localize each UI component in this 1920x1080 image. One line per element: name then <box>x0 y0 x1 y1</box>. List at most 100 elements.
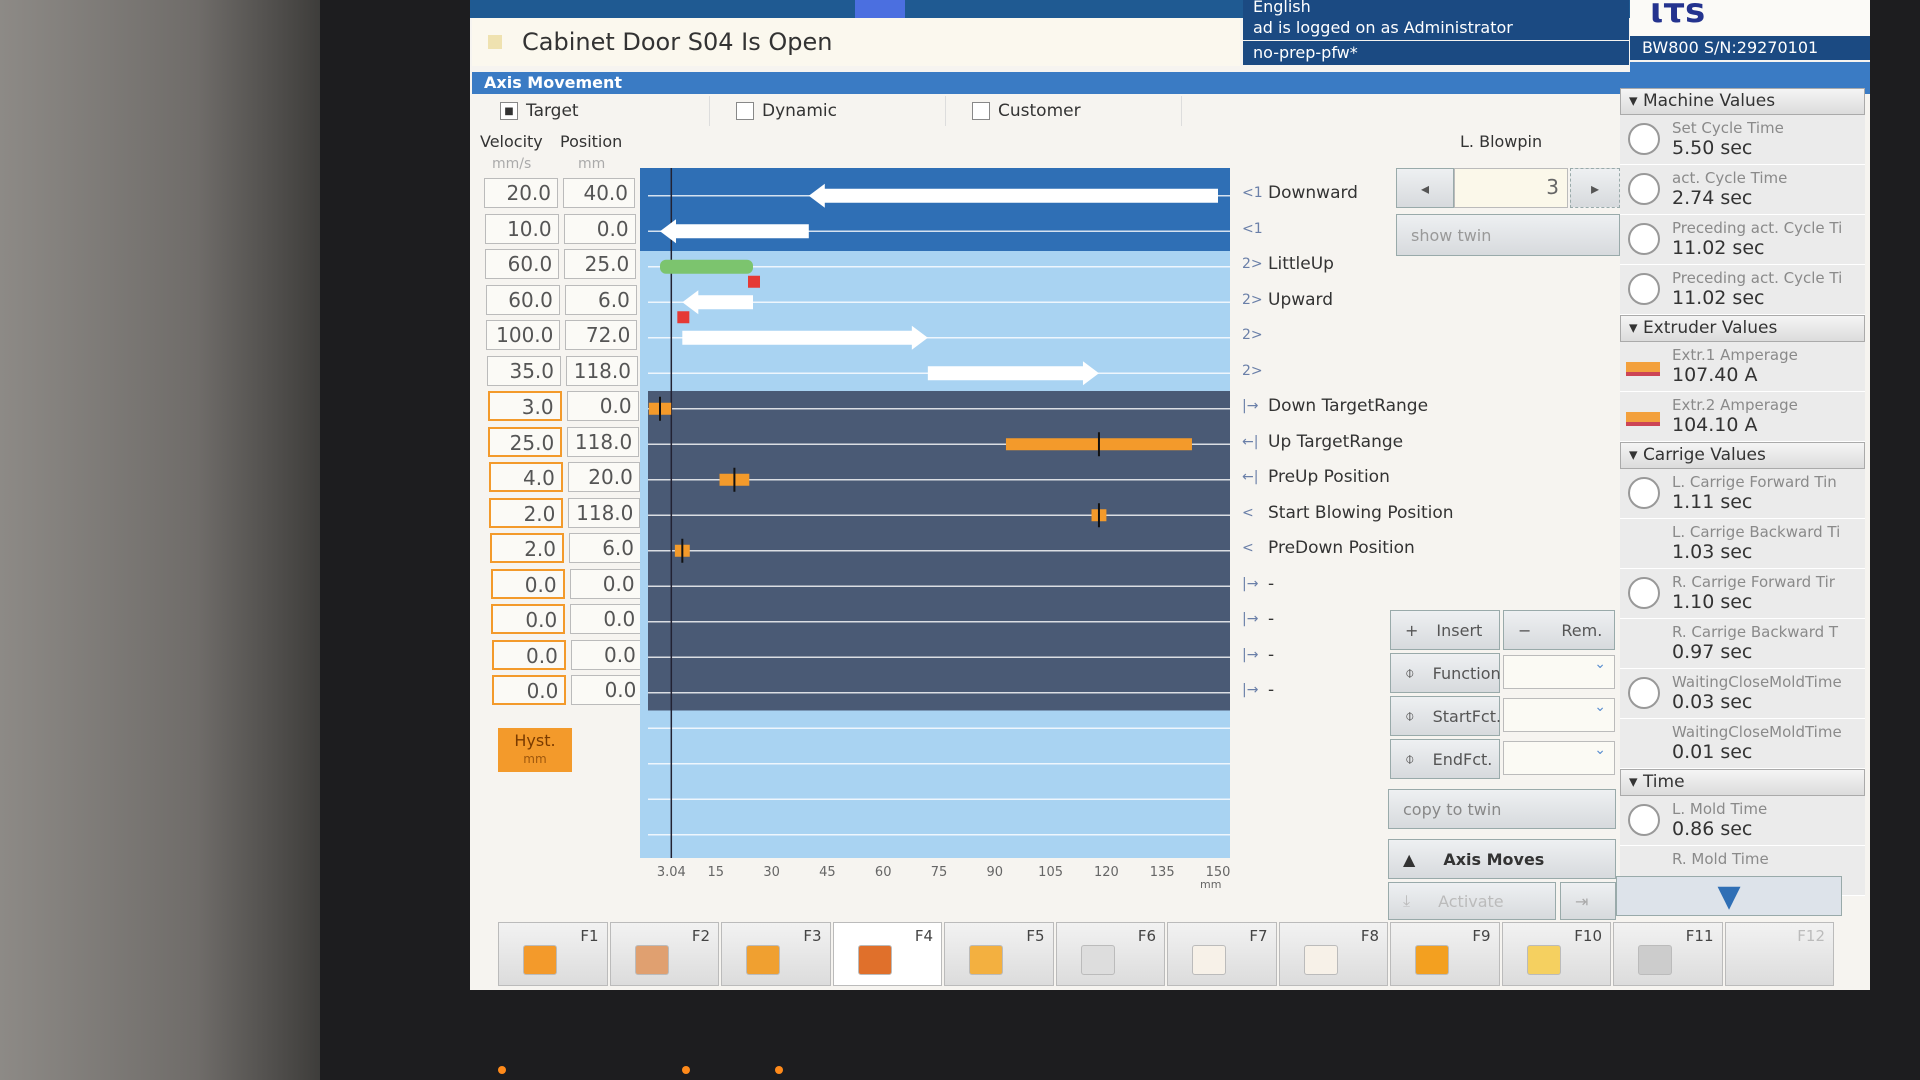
row-label-text: PreDown Position <box>1268 538 1415 558</box>
prev-button[interactable]: ◂ <box>1396 168 1454 208</box>
row-label[interactable]: < Start Blowing Position <box>1242 501 1454 525</box>
section-title: Carrige Values <box>1642 445 1766 465</box>
fkey-f7[interactable]: F7 <box>1167 922 1277 986</box>
axis-moves-button[interactable]: ▲ Axis Moves <box>1388 839 1616 879</box>
function-select[interactable]: ⌄ <box>1503 655 1615 689</box>
fkey-f12[interactable]: F12 <box>1724 922 1834 986</box>
position-cell[interactable]: 118.0 <box>568 497 641 528</box>
row-label[interactable]: 2> <box>1242 323 1268 347</box>
fkey-f11[interactable]: F11 <box>1613 922 1723 986</box>
velocity-cell[interactable]: 100.0 <box>486 320 561 350</box>
row-label[interactable]: |→ - <box>1242 607 1274 631</box>
tab-label: Target <box>526 101 579 121</box>
velocity-cell[interactable]: 60.0 <box>485 284 560 315</box>
insert-button[interactable]: + Insert <box>1390 610 1500 650</box>
tab-dynamic[interactable]: Dynamic <box>710 96 946 126</box>
section-header[interactable]: ▾ Time <box>1620 769 1865 796</box>
axis-movement-chart[interactable]: 3.04 15 30 45 60 75 90 105 120 135 150mm <box>640 168 1240 888</box>
row-label[interactable]: <1 Downward <box>1242 181 1358 205</box>
position-cell[interactable]: 25.0 <box>564 249 637 279</box>
fkey-f10[interactable]: F10 <box>1501 922 1611 986</box>
fkey-f8[interactable]: F8 <box>1278 922 1388 986</box>
stepper-value[interactable]: 3 <box>1454 168 1568 208</box>
section-header[interactable]: ▾ Carrige Values <box>1620 442 1865 469</box>
minus-icon: − <box>1518 620 1532 640</box>
velocity-cell[interactable]: 0.0 <box>492 675 567 705</box>
exit-button[interactable]: ⇥ <box>1560 882 1616 920</box>
row-label[interactable]: |→ - <box>1242 643 1274 667</box>
velocity-cell[interactable]: 2.0 <box>489 497 564 528</box>
velocity-cell[interactable]: 25.0 <box>488 426 563 457</box>
alarm-banner[interactable]: Cabinet Door S04 Is Open <box>472 18 1240 66</box>
velocity-cell[interactable]: 10.0 <box>484 213 559 244</box>
x-tick-label: 135 <box>1150 865 1175 880</box>
value-text: 104.10 A <box>1672 414 1758 436</box>
endfct-select[interactable]: ⌄ <box>1503 741 1615 775</box>
fkey-f5[interactable]: F5 <box>944 922 1054 986</box>
fkey-f9[interactable]: F9 <box>1390 922 1500 986</box>
direction-icon: ←| <box>1242 433 1259 450</box>
stopwatch-icon <box>1628 577 1660 609</box>
row-label[interactable]: ←| Up TargetRange <box>1242 430 1403 454</box>
velocity-cell[interactable]: 2.0 <box>490 533 564 563</box>
position-cell[interactable]: 40.0 <box>563 178 635 208</box>
position-cell[interactable]: 0.0 <box>570 604 643 634</box>
velocity-cell[interactable]: 0.0 <box>490 568 565 599</box>
checkbox-target[interactable]: ■ <box>500 102 518 120</box>
row-label[interactable]: <1 <box>1242 217 1268 241</box>
position-cell[interactable]: 0.0 <box>571 675 644 705</box>
velocity-cell[interactable]: 0.0 <box>491 604 566 634</box>
tab-target[interactable]: ■ Target <box>474 96 710 126</box>
tab-customer[interactable]: Customer <box>946 96 1182 126</box>
position-cell[interactable]: 118.0 <box>567 426 640 457</box>
background-wall <box>0 0 330 1080</box>
startfct-select[interactable]: ⌄ <box>1503 698 1615 732</box>
position-cell[interactable]: 72.0 <box>565 320 638 350</box>
velocity-cell[interactable]: 0.0 <box>491 639 566 670</box>
fkey-f2[interactable]: F2 <box>609 922 719 986</box>
velocity-unit: mm/s <box>492 156 532 172</box>
startfct-button[interactable]: ⌽ StartFct. <box>1390 696 1501 736</box>
value-label: WaitingCloseMoldTime <box>1672 723 1842 741</box>
row-label[interactable]: |→ Down TargetRange <box>1242 394 1428 418</box>
copy-to-twin-button[interactable]: copy to twin <box>1388 789 1616 829</box>
position-cell[interactable]: 0.0 <box>563 213 636 244</box>
remove-button[interactable]: − Rem. <box>1503 610 1615 650</box>
velocity-cell[interactable]: 60.0 <box>485 249 560 279</box>
activate-button[interactable]: ⤓ Activate <box>1388 882 1556 920</box>
row-label[interactable]: ←| PreUp Position <box>1242 465 1390 489</box>
show-twin-button[interactable]: show twin <box>1396 214 1620 256</box>
endfct-button[interactable]: ⌽ EndFct. <box>1390 739 1500 779</box>
velocity-cell[interactable]: 4.0 <box>488 462 563 492</box>
velocity-cell[interactable]: 35.0 <box>487 355 561 386</box>
fkey-f6[interactable]: F6 <box>1055 922 1165 986</box>
fkey-f1[interactable]: F1 <box>498 922 608 986</box>
checkbox-customer[interactable] <box>972 102 990 120</box>
fkey-f4[interactable]: F4 <box>832 922 942 986</box>
row-label[interactable]: |→ - <box>1242 572 1274 596</box>
row-label[interactable]: 2> Upward <box>1242 288 1333 312</box>
row-label[interactable]: 2> <box>1242 359 1268 383</box>
position-cell[interactable]: 118.0 <box>566 355 638 386</box>
function-button[interactable]: ⌽ Function <box>1390 653 1501 693</box>
row-label[interactable]: 2> LittleUp <box>1242 252 1334 276</box>
section-header[interactable]: ▾ Machine Values <box>1620 88 1865 115</box>
velocity-cell[interactable]: 3.0 <box>487 391 562 421</box>
language-selector[interactable]: English <box>1243 0 1629 16</box>
position-cell[interactable]: 0.0 <box>569 568 642 599</box>
position-cell[interactable]: 6.0 <box>569 533 641 563</box>
value-text: 1.10 sec <box>1672 591 1753 613</box>
checkbox-dynamic[interactable] <box>736 102 754 120</box>
position-cell[interactable]: 0.0 <box>566 391 639 421</box>
position-cell[interactable]: 6.0 <box>564 284 637 315</box>
scroll-down-button[interactable]: ▼ <box>1616 876 1842 916</box>
wrench-icon <box>1638 945 1672 975</box>
section-header[interactable]: ▾ Extruder Values <box>1620 315 1865 342</box>
fkey-f3[interactable]: F3 <box>721 922 831 986</box>
next-button[interactable]: ▸ <box>1570 168 1620 208</box>
row-label[interactable]: < PreDown Position <box>1242 536 1415 560</box>
row-label[interactable]: |→ - <box>1242 678 1274 702</box>
velocity-cell[interactable]: 20.0 <box>484 178 558 208</box>
position-cell[interactable]: 20.0 <box>567 462 640 492</box>
position-cell[interactable]: 0.0 <box>570 639 643 670</box>
